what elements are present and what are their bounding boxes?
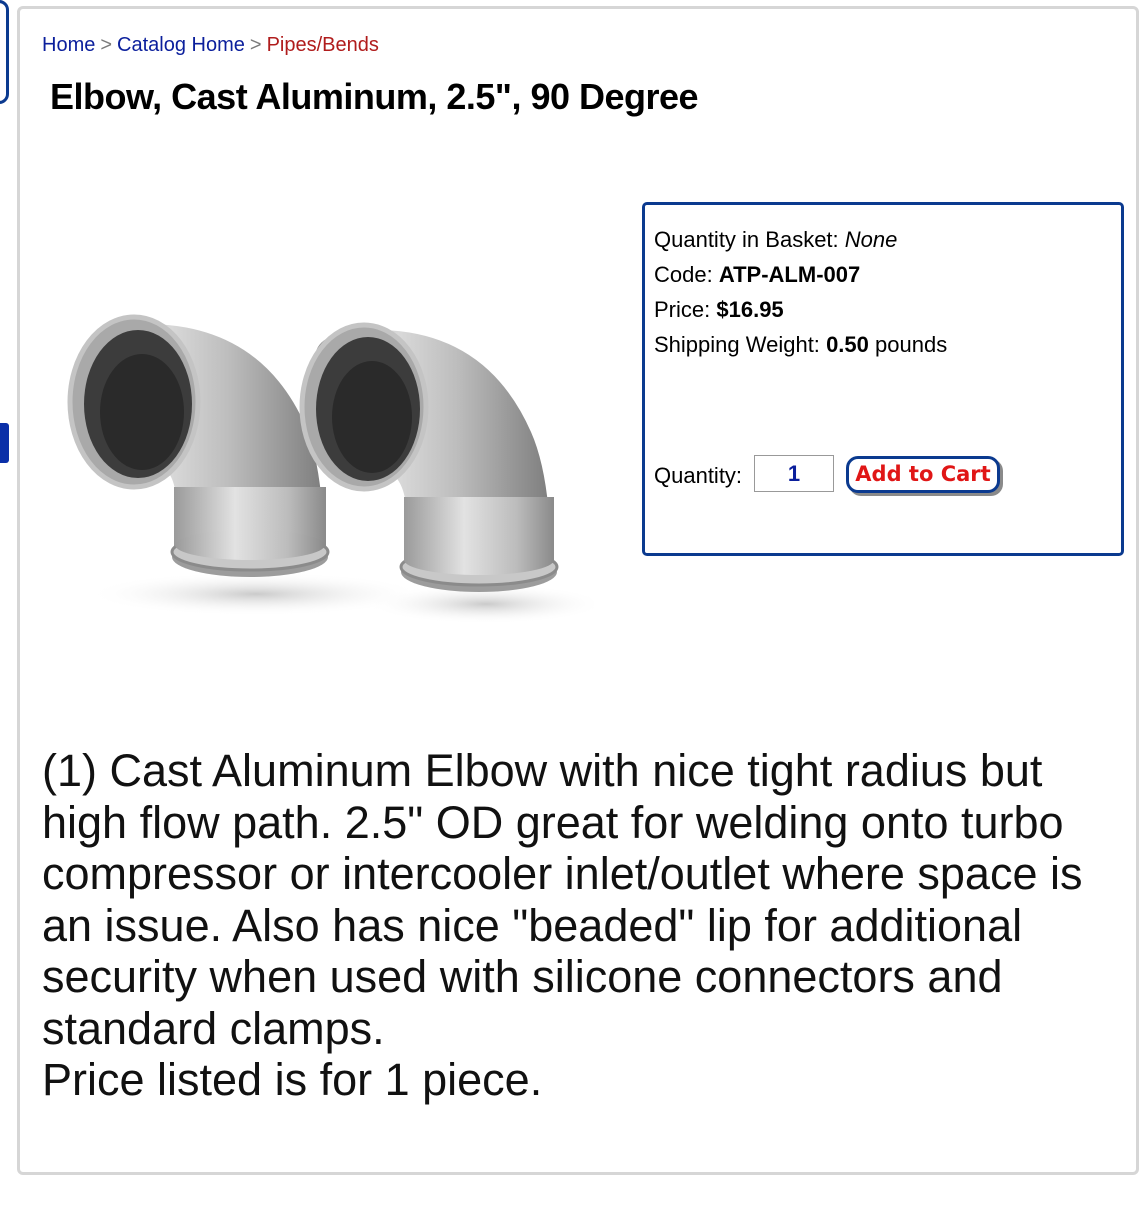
basket-quantity-value: None bbox=[844, 227, 898, 252]
left-panel-edge bbox=[0, 0, 9, 104]
product-image[interactable] bbox=[46, 212, 606, 632]
add-to-cart-button[interactable]: Add to Cart bbox=[846, 456, 1000, 493]
product-code-label: Code: bbox=[654, 262, 713, 287]
price-row: Price: $16.95 bbox=[654, 297, 784, 323]
shipping-weight-label: Shipping Weight: bbox=[654, 332, 820, 357]
shipping-weight-row: Shipping Weight: 0.50 pounds bbox=[654, 332, 947, 358]
shipping-weight-unit: pounds bbox=[875, 332, 948, 357]
basket-quantity-row: Quantity in Basket: None bbox=[654, 227, 897, 253]
quantity-label: Quantity: bbox=[654, 463, 743, 488]
breadcrumb-separator: > bbox=[249, 34, 262, 56]
page-title: Elbow, Cast Aluminum, 2.5", 90 Degree bbox=[50, 76, 699, 117]
side-tab[interactable] bbox=[0, 423, 9, 463]
description-body: (1) Cast Aluminum Elbow with nice tight … bbox=[42, 745, 1083, 1054]
quantity-input[interactable] bbox=[754, 455, 834, 492]
breadcrumb-separator: > bbox=[100, 34, 113, 56]
breadcrumb-current-link[interactable]: Pipes/Bends bbox=[267, 34, 379, 56]
product-code-row: Code: ATP-ALM-007 bbox=[654, 262, 860, 288]
elbow-pipes-illustration bbox=[67, 314, 606, 624]
shipping-weight-value: 0.50 bbox=[826, 332, 869, 357]
purchase-box: Quantity in Basket: None Code: ATP-ALM-0… bbox=[642, 202, 1124, 556]
basket-quantity-label: Quantity in Basket: bbox=[654, 227, 839, 252]
breadcrumb-catalog-link[interactable]: Catalog Home bbox=[117, 34, 245, 56]
breadcrumb-home-link[interactable]: Home bbox=[42, 34, 95, 56]
breadcrumb: Home > Catalog Home > Pipes/Bends bbox=[42, 34, 379, 57]
product-code-value: ATP-ALM-007 bbox=[718, 262, 861, 287]
product-description: (1) Cast Aluminum Elbow with nice tight … bbox=[42, 745, 1122, 1106]
price-label: Price: bbox=[654, 297, 711, 322]
description-price-note: Price listed is for 1 piece. bbox=[42, 1054, 543, 1105]
price-value: $16.95 bbox=[716, 297, 784, 322]
